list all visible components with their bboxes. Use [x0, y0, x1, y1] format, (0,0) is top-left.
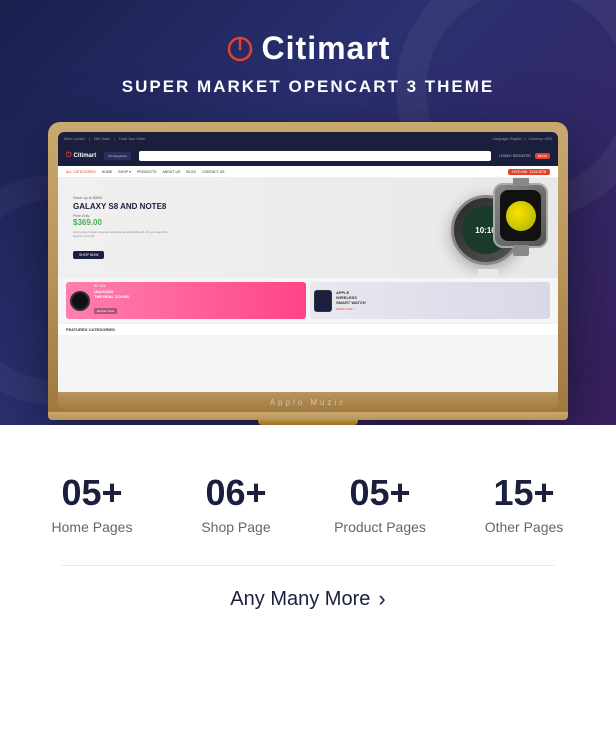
stat-product-label: Product Pages — [313, 519, 447, 535]
more-link-text[interactable]: Any Many More — [230, 588, 370, 611]
mini-hero-banner: Save up to $300 GALAXY S8 AND NOTE8 Pric… — [58, 178, 558, 278]
brand-logo: Citimart — [226, 30, 391, 67]
mini-hero-text: Save up to $300 GALAXY S8 AND NOTE8 Pric… — [73, 195, 173, 261]
laptop-stand — [258, 420, 358, 425]
mini-phone-img — [314, 290, 332, 312]
stat-home-number: 05+ — [25, 475, 159, 511]
laptop-brand-label: Applo Muzic — [270, 398, 347, 407]
laptop-screen: Store Locator | Gift Cards | Track Your … — [58, 132, 558, 392]
mini-price: $369.00 — [73, 218, 173, 227]
laptop-mockup: Store Locator | Gift Cards | Track Your … — [48, 122, 568, 425]
hero-section: Citimart SUPER MARKET OPENCART 3 THEME S… — [0, 0, 616, 425]
mini-topbar: Store Locator | Gift Cards | Track Your … — [58, 132, 558, 146]
mini-nav-right: LOGIN / REGISTER $35.00 — [499, 153, 550, 159]
mini-nav-logo: ⏻ Citimart — [66, 152, 96, 160]
mini-menu-bar: ALL CATEGORIES HOME SHOP ▾ PRODUCTS ABOU… — [58, 166, 558, 178]
brand-name: Citimart — [262, 30, 391, 67]
stat-home-label: Home Pages — [25, 519, 159, 535]
mini-cta-button: SHOP NOW — [73, 251, 104, 259]
mini-banner-watch: APPLEWIRELESSSMART WATCH SHOP NOW → — [310, 282, 550, 319]
more-arrow-icon[interactable]: › — [378, 586, 385, 612]
mini-save-text: Save up to $300 — [73, 195, 173, 200]
mini-topbar-links: Store Locator | Gift Cards | Track Your … — [64, 137, 145, 141]
stat-shop-number: 06+ — [169, 475, 303, 511]
stat-shop-page: 06+ Shop Page — [164, 465, 308, 545]
stat-other-pages: 15+ Other Pages — [452, 465, 596, 545]
stat-home-pages: 05+ Home Pages — [20, 465, 164, 545]
stat-other-label: Other Pages — [457, 519, 591, 535]
stat-other-number: 15+ — [457, 475, 591, 511]
tagline: SUPER MARKET OPENCART 3 THEME — [122, 77, 495, 97]
mini-search-bar — [139, 151, 491, 161]
mini-product-title: GALAXY S8 AND NOTE8 — [73, 202, 173, 212]
stat-product-pages: 05+ Product Pages — [308, 465, 452, 545]
stat-product-number: 05+ — [313, 475, 447, 511]
stat-shop-label: Shop Page — [169, 519, 303, 535]
mini-watch-image: 10:10 — [428, 178, 548, 278]
mini-banner-row: BF-104 UNLEASHTHE REAL SOUND Explore Now… — [58, 278, 558, 323]
power-icon — [226, 35, 254, 63]
mini-featured-label: FEATURED CATEGORIES — [58, 323, 558, 335]
more-section[interactable]: Any Many More › — [0, 566, 616, 642]
laptop-outer: Store Locator | Gift Cards | Track Your … — [48, 122, 568, 412]
laptop-base — [48, 412, 568, 420]
mini-banner-headphone: BF-104 UNLEASHTHE REAL SOUND Explore Now — [66, 282, 306, 319]
mini-website: Store Locator | Gift Cards | Track Your … — [58, 132, 558, 392]
laptop-bottom-bezel: Applo Muzic — [58, 392, 558, 412]
mini-navbar: ⏻ Citimart All Categories LOGIN / REGIST… — [58, 146, 558, 166]
stats-section: 05+ Home Pages 06+ Shop Page 05+ Product… — [0, 425, 616, 565]
mini-description: Lorem ipsum dolor sit amet consectetur a… — [73, 231, 173, 239]
mini-headphone-img — [70, 291, 90, 311]
